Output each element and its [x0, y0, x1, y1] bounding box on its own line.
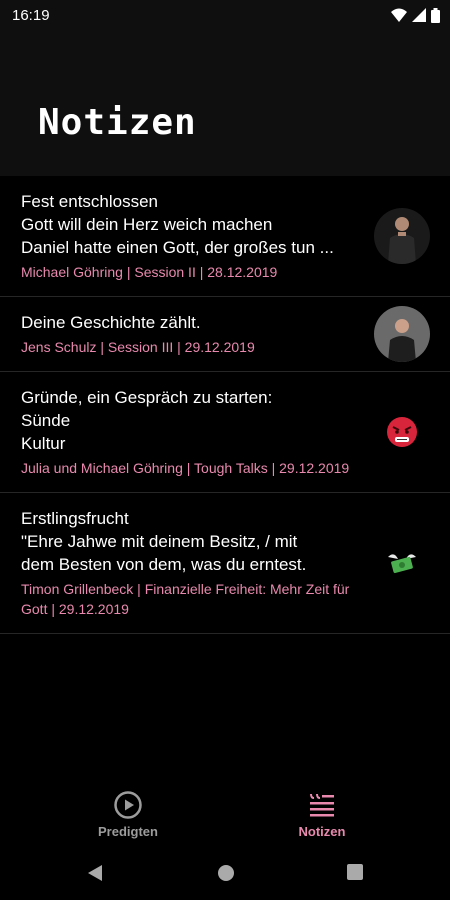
note-meta: Jens Schulz | Session III | 29.12.2019	[21, 339, 255, 355]
status-icons	[391, 6, 440, 24]
note-item[interactable]: Erstlingsfrucht "Ehre Jahwe mit deinem B…	[0, 493, 450, 634]
system-nav-bar	[0, 846, 450, 900]
speaker-photo	[374, 208, 430, 264]
notes-list: Fest entschlossen Gott will dein Herz we…	[0, 176, 450, 634]
note-meta: Julia und Michael Göhring | Tough Talks …	[21, 460, 350, 476]
wifi-icon	[391, 8, 407, 22]
note-line: Gott will dein Herz weich machen	[21, 215, 273, 234]
note-item[interactable]: Gründe, ein Gespräch zu starten: Sünde K…	[0, 372, 450, 493]
money-with-wings-icon	[382, 543, 422, 583]
notes-icon	[310, 794, 334, 817]
note-item[interactable]: Fest entschlossen Gott will dein Herz we…	[0, 176, 450, 297]
nav-label-notizen: Notizen	[298, 824, 346, 839]
note-meta: Timon Grillenbeck | Finanzielle Freiheit…	[21, 581, 350, 617]
note-line: Daniel hatte einen Gott, der großes tun …	[21, 238, 334, 257]
nav-predigten[interactable]: Predigten	[68, 790, 188, 839]
page-title: Notizen	[38, 102, 197, 143]
header: Notizen	[0, 30, 450, 176]
note-title: Deine Geschichte zählt.	[21, 313, 201, 332]
note-line: "Ehre Jahwe mit deinem Besitz, / mit	[21, 532, 298, 551]
note-title: Gründe, ein Gespräch zu starten:	[21, 388, 273, 407]
angry-face-icon	[382, 412, 422, 452]
battery-icon	[431, 7, 440, 23]
nav-label-predigten: Predigten	[98, 824, 158, 839]
back-icon[interactable]	[86, 863, 104, 883]
nav-notizen[interactable]: Notizen	[262, 790, 382, 839]
note-item[interactable]: Deine Geschichte zählt. Jens Schulz | Se…	[0, 297, 450, 372]
signal-icon	[412, 8, 426, 22]
note-line: dem Besten von dem, was du erntest.	[21, 555, 307, 574]
status-time: 16:19	[12, 7, 50, 24]
note-title: Erstlingsfrucht	[21, 509, 129, 528]
note-line: Sünde	[21, 411, 71, 430]
bottom-nav: Predigten Notizen	[0, 778, 450, 846]
home-icon[interactable]	[216, 863, 236, 883]
note-title: Fest entschlossen	[21, 192, 159, 211]
speaker-photo	[374, 306, 430, 362]
note-line: Kultur	[21, 434, 66, 453]
recents-icon[interactable]	[346, 863, 364, 881]
note-meta: Michael Göhring | Session II | 28.12.201…	[21, 264, 278, 280]
status-bar: 16:19	[0, 0, 450, 30]
play-circle-icon	[114, 791, 142, 819]
